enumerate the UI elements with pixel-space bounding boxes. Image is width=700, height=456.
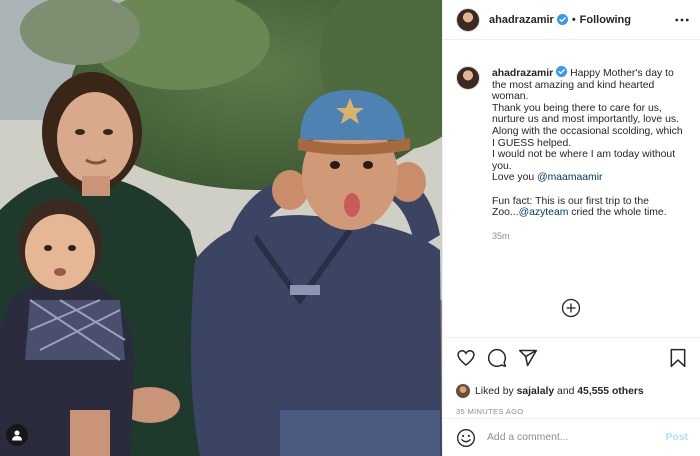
likes-conjunction: and — [557, 385, 575, 397]
likes-summary: Liked by sajalaly and 45,555 others — [456, 384, 688, 398]
bookmark-icon[interactable] — [668, 348, 688, 368]
action-icons-row — [456, 348, 688, 368]
likes-prefix: Liked by — [475, 385, 514, 397]
post-comment-button[interactable]: Post — [665, 432, 688, 443]
more-options-icon[interactable] — [674, 12, 690, 28]
caption-author-username[interactable]: ahadrazamir — [492, 68, 553, 79]
caption-section: ahadrazamir Happy Mother's day to the mo… — [443, 40, 700, 337]
plus-circle-icon[interactable] — [561, 298, 581, 318]
following-button[interactable]: Following — [580, 14, 631, 26]
header-separator: • — [571, 13, 576, 26]
caption-row: ahadrazamir Happy Mother's day to the mo… — [456, 66, 688, 219]
comment-input[interactable] — [487, 432, 666, 443]
caption-text: ahadrazamir Happy Mother's day to the mo… — [492, 66, 687, 219]
post-side-panel: ahadrazamir • Following ahadrazamir Happ… — [442, 0, 700, 456]
emoji-icon[interactable] — [456, 428, 476, 448]
comment-bar: Post — [443, 418, 700, 456]
liker-avatar[interactable] — [456, 384, 470, 398]
post-header: ahadrazamir • Following — [443, 0, 700, 40]
heart-icon[interactable] — [456, 348, 476, 368]
mention-link[interactable]: @maamaamir — [537, 172, 602, 183]
user-tag-icon — [12, 430, 22, 441]
caption-author-avatar[interactable] — [456, 66, 480, 90]
share-icon[interactable] — [518, 348, 538, 368]
liker-username[interactable]: sajalaly — [517, 386, 555, 397]
comment-icon[interactable] — [487, 348, 507, 368]
mention-link[interactable]: @azyteam — [519, 207, 569, 218]
family-photo-illustration — [0, 0, 442, 456]
post-actions: Liked by sajalaly and 45,555 others 35 M… — [443, 337, 700, 416]
post-photo[interactable] — [0, 0, 442, 456]
verified-badge-icon — [556, 66, 568, 77]
verified-badge-icon — [556, 14, 568, 25]
post-timestamp[interactable]: 35 MINUTES AGO — [456, 407, 688, 416]
caption-timestamp[interactable]: 35m — [492, 231, 688, 241]
author-username[interactable]: ahadrazamir — [489, 14, 554, 26]
caption-body-3: cried the whole time. — [568, 207, 667, 219]
author-avatar[interactable] — [456, 7, 480, 32]
caption-body-1: Happy Mother's day to the most amazing a… — [492, 68, 683, 184]
likes-count[interactable]: 45,555 others — [577, 386, 643, 397]
tag-button[interactable] — [6, 424, 28, 446]
